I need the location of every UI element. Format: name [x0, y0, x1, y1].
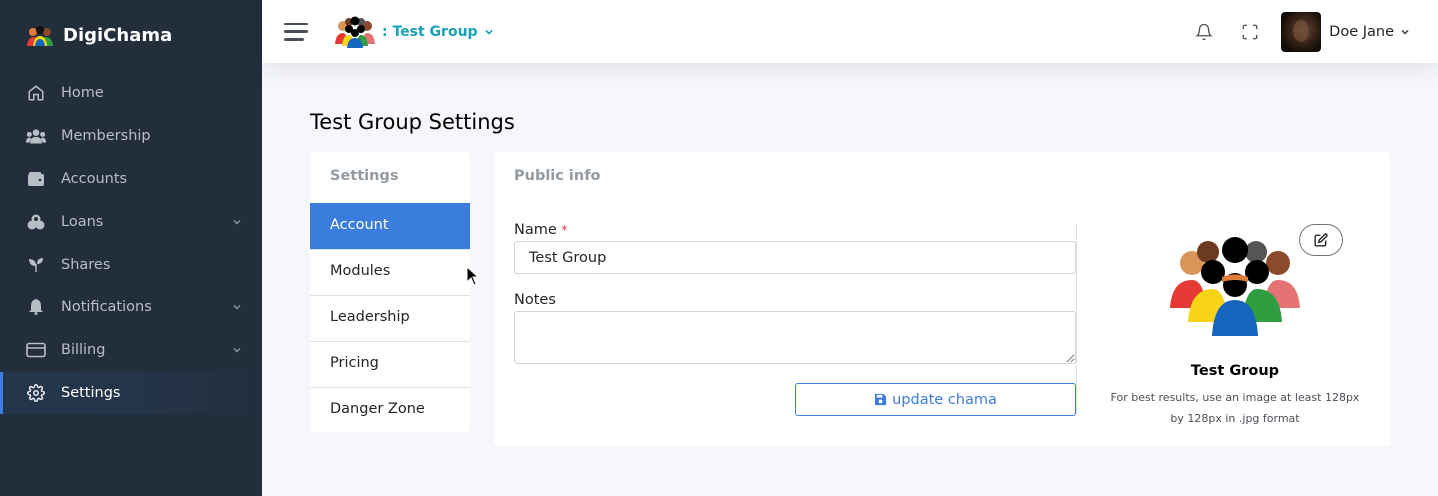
sidebar-item-label: Billing — [61, 342, 106, 359]
people-group-icon — [27, 26, 53, 46]
sidebar-nav: Home Membership Accounts Loans Shares No… — [0, 72, 262, 415]
name-label: Name * — [514, 222, 1076, 238]
sidebar-item-label: Home — [61, 85, 104, 102]
image-hint: For best results, use an image at least … — [1110, 391, 1360, 425]
avatar — [1281, 11, 1322, 52]
name-field[interactable] — [514, 241, 1076, 274]
topbar: : Test Group Doe Jane — [262, 0, 1438, 63]
sidebar: DigiChama Home Membership Accounts Loans — [0, 0, 262, 496]
sidebar-item-label: Membership — [61, 128, 151, 145]
update-chama-button[interactable]: update chama — [795, 383, 1076, 416]
home-icon — [26, 83, 46, 103]
sidebar-item-home[interactable]: Home — [0, 72, 262, 115]
save-icon — [875, 393, 887, 406]
sidebar-item-billing[interactable]: Billing — [0, 329, 262, 372]
bell-icon — [26, 297, 46, 317]
sidebar-item-label: Settings — [61, 384, 121, 401]
sidebar-item-membership[interactable]: Membership — [0, 115, 262, 158]
users-icon — [26, 126, 46, 146]
page-title: Test Group Settings — [310, 110, 515, 134]
credit-card-icon — [26, 340, 46, 360]
edit-icon — [1314, 233, 1328, 247]
topbar-actions: Doe Jane — [1169, 11, 1410, 52]
settings-menu: Settings Account Modules Leadership Pric… — [310, 152, 470, 432]
sidebar-item-label: Shares — [61, 256, 111, 273]
user-name: Doe Jane — [1329, 23, 1394, 40]
edit-image-button[interactable] — [1299, 224, 1343, 256]
wallet-icon — [26, 169, 46, 189]
notes-label: Notes — [514, 292, 556, 308]
update-chama-label: update chama — [892, 391, 997, 408]
user-menu[interactable]: Doe Jane — [1281, 11, 1410, 52]
public-info-form: Name * Notes — [514, 222, 1076, 368]
hamburger-menu-icon[interactable] — [284, 22, 308, 42]
bell-icon[interactable] — [1193, 21, 1215, 43]
sidebar-item-label: Loans — [61, 213, 104, 230]
chevron-down-icon — [233, 219, 241, 225]
sidebar-item-settings[interactable]: Settings — [0, 371, 262, 415]
settings-menu-heading: Settings — [330, 168, 399, 184]
sidebar-item-loans[interactable]: Loans — [0, 200, 262, 243]
settings-item-account[interactable]: Account — [310, 203, 470, 249]
notes-field[interactable] — [514, 311, 1076, 364]
people-group-icon — [335, 16, 375, 48]
brand[interactable]: DigiChama — [0, 0, 262, 70]
group-name: Test Group — [1190, 363, 1280, 379]
sidebar-item-label: Accounts — [61, 170, 128, 187]
chevron-down-icon — [233, 305, 241, 310]
settings-item-danger-zone[interactable]: Danger Zone — [310, 387, 470, 433]
sidebar-item-notifications[interactable]: Notifications — [0, 286, 262, 329]
settings-item-leadership[interactable]: Leadership — [310, 295, 470, 341]
brand-name: DigiChama — [63, 24, 173, 46]
group-selector[interactable]: : Test Group — [334, 16, 494, 48]
fullscreen-icon[interactable] — [1239, 21, 1261, 43]
settings-item-pricing[interactable]: Pricing — [310, 341, 470, 387]
required-mark: * — [561, 223, 568, 237]
public-info-card: Public info Name * Notes update chama Te… — [494, 152, 1390, 446]
sidebar-item-accounts[interactable]: Accounts — [0, 158, 262, 201]
cursor-icon — [466, 266, 480, 286]
divider — [1076, 224, 1077, 414]
card-title: Public info — [514, 168, 601, 184]
chevron-down-icon — [233, 348, 241, 353]
group-name-link: : Test Group — [382, 23, 478, 40]
sidebar-item-label: Notifications — [61, 299, 152, 316]
sidebar-item-shares[interactable]: Shares — [0, 243, 262, 286]
group-image — [1170, 237, 1300, 336]
settings-item-modules[interactable]: Modules — [310, 249, 470, 295]
coins-icon — [26, 212, 46, 232]
name-label-text: Name — [514, 222, 557, 238]
seedling-icon — [26, 255, 46, 275]
gear-icon — [26, 383, 46, 403]
chevron-down-icon — [484, 29, 493, 35]
chevron-down-icon — [1401, 29, 1409, 35]
